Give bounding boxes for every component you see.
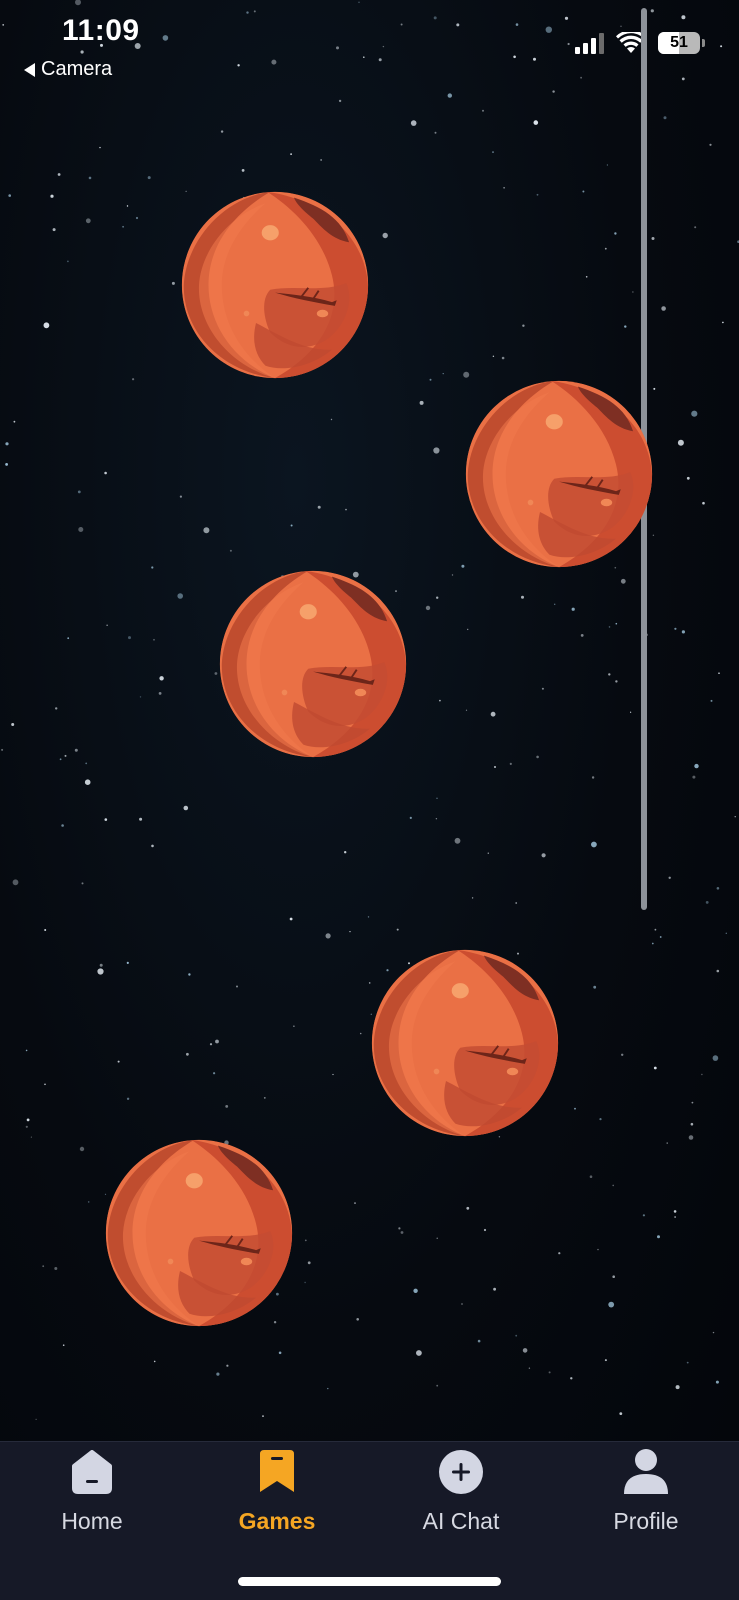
back-to-camera-link[interactable]: Camera (24, 58, 112, 81)
tab-label-ai-chat: AI Chat (422, 1508, 500, 1534)
home-indicator (238, 1577, 501, 1586)
mars-planet-icon (104, 1138, 294, 1328)
tab-ai-chat[interactable]: AI Chat (369, 1442, 553, 1552)
mars-planet[interactable] (218, 569, 408, 759)
cellular-signal-icon (575, 32, 604, 54)
mars-planet-icon (180, 190, 370, 380)
bookmark-icon (253, 1448, 301, 1496)
mars-planet[interactable] (180, 190, 370, 380)
mars-planet[interactable] (464, 379, 654, 569)
mars-planet-icon (370, 948, 560, 1138)
back-arrow-icon (24, 62, 35, 77)
battery-icon: 51 (658, 32, 700, 54)
status-icons: 51 (575, 32, 705, 54)
plus-circle-icon (437, 1448, 485, 1496)
back-link-label: Camera (41, 58, 113, 80)
tab-profile[interactable]: Profile (554, 1442, 738, 1552)
mars-planet-icon (464, 379, 654, 569)
battery-percentage: 51 (670, 34, 688, 51)
tab-games[interactable]: Games (185, 1442, 369, 1552)
tab-label-profile: Profile (613, 1508, 679, 1534)
mars-planet[interactable] (370, 948, 560, 1138)
game-screen: 11:09 Camera 51 Home Games AI Chat Profi… (0, 0, 739, 1600)
mars-planet-icon (218, 569, 408, 759)
tab-home[interactable]: Home (0, 1442, 184, 1552)
tab-label-games: Games (238, 1508, 316, 1534)
tab-label-home: Home (61, 1508, 123, 1534)
home-icon (68, 1448, 116, 1496)
mars-planet[interactable] (104, 1138, 294, 1328)
person-icon (622, 1448, 670, 1496)
status-time: 11:09 (62, 14, 140, 47)
